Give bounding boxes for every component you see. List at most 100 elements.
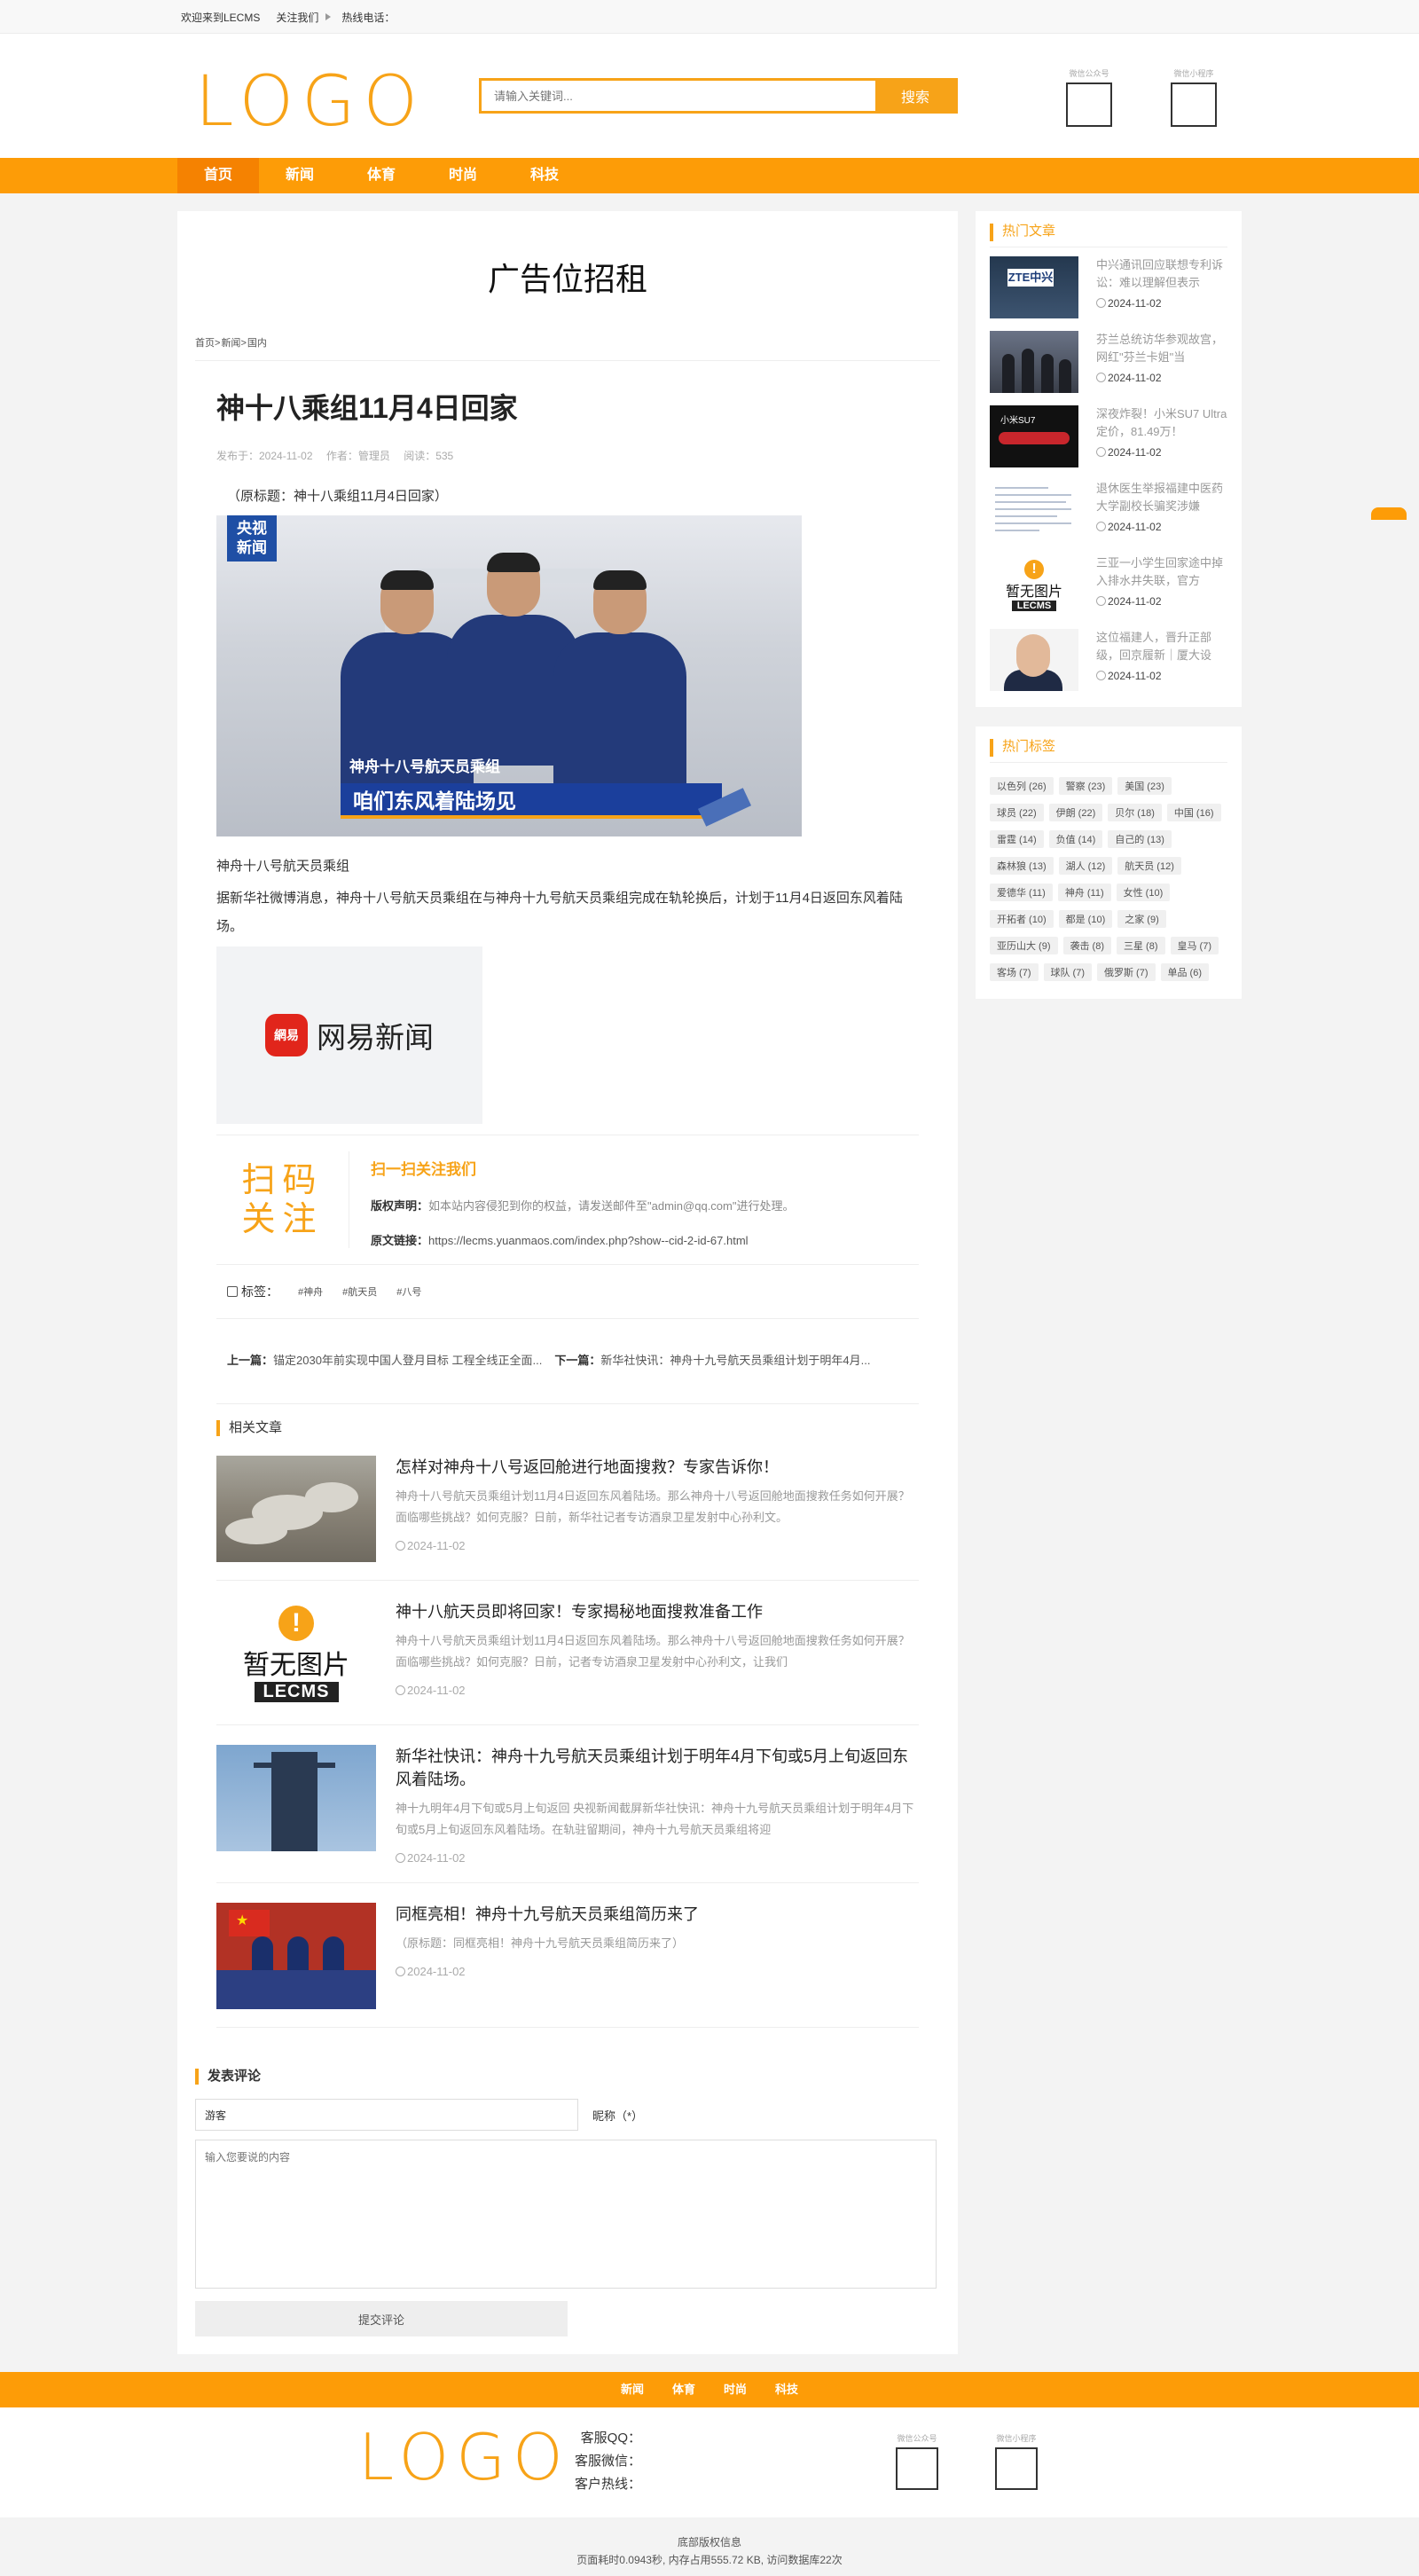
hot-article-date: 2024-11-02 <box>1108 446 1162 459</box>
hot-tag[interactable]: 贝尔 (18) <box>1108 804 1162 821</box>
footer-nav-fashion[interactable]: 时尚 <box>724 2372 747 2407</box>
article-author: 作者：管理员 <box>325 450 390 462</box>
hot-article-title[interactable]: 退休医生举报福建中医药大学副校长骗奖涉嫌 <box>1096 480 1227 515</box>
hot-tag[interactable]: 球员 (22) <box>990 804 1044 821</box>
follow-link[interactable]: 关注我们 <box>276 10 318 25</box>
hot-tag[interactable]: 神舟 (11) <box>1057 884 1111 901</box>
qr-label: 微信小程序 <box>996 2434 1037 2443</box>
hot-tag[interactable]: 女性 (10) <box>1116 884 1171 901</box>
breadcrumb-sep: > <box>240 338 247 349</box>
related-thumbnail-placeholder[interactable]: ! 暂无图片 LECMS <box>216 1600 376 1707</box>
related-item[interactable]: 新华社快讯：神舟十九号航天员乘组计划于明年4月下旬或5月上旬返回东风着陆场。 神… <box>216 1725 919 1883</box>
hot-tag[interactable]: 自己的 (13) <box>1108 830 1172 848</box>
related-item[interactable]: 怎样对神舟十八号返回舱进行地面搜救？专家告诉你！ 神舟十八号航天员乘组计划11月… <box>216 1436 919 1581</box>
related-item[interactable]: ! 暂无图片 LECMS 神十八航天员即将回家！专家揭秘地面搜救准备工作 神舟十… <box>216 1581 919 1725</box>
nav-item-sports[interactable]: 体育 <box>341 158 422 193</box>
hot-article-item[interactable]: 芬兰总统访华参观故宫，网红"芬兰卡姐"当 2024-11-02 <box>990 331 1227 397</box>
hot-tag[interactable]: 俄罗斯 (7) <box>1097 963 1156 981</box>
hot-tag[interactable]: 球队 (7) <box>1043 963 1092 981</box>
nav-item-fashion[interactable]: 时尚 <box>422 158 504 193</box>
hot-tag[interactable]: 爱德华 (11) <box>990 884 1053 901</box>
hot-article-title[interactable]: 这位福建人，晋升正部级，回京履新｜厦大设 <box>1096 629 1227 664</box>
hot-tag[interactable]: 袭击 (8) <box>1062 937 1111 954</box>
next-article-link[interactable]: 新华社快讯：神舟十九号航天员乘组计划于明年4月... <box>600 1354 870 1367</box>
related-item-title[interactable]: 怎样对神舟十八号返回舱进行地面搜救？专家告诉你！ <box>396 1456 919 1479</box>
related-item-title[interactable]: 同框亮相！神舟十九号航天员乘组简历来了 <box>396 1903 699 1926</box>
hot-tag[interactable]: 负值 (14) <box>1048 830 1103 848</box>
hot-tag[interactable]: 美国 (23) <box>1117 777 1172 795</box>
hot-tag[interactable]: 中国 (16) <box>1166 804 1221 821</box>
hot-tag[interactable]: 客场 (7) <box>990 963 1039 981</box>
hot-tag[interactable]: 亚历山大 (9) <box>990 937 1058 954</box>
related-thumbnail[interactable] <box>216 1456 376 1562</box>
search-button[interactable]: 搜索 <box>875 81 955 111</box>
search-input[interactable] <box>482 81 875 111</box>
hot-article-item[interactable]: 这位福建人，晋升正部级，回京履新｜厦大设 2024-11-02 <box>990 629 1227 695</box>
hot-tag[interactable]: 皇马 (7) <box>1170 937 1219 954</box>
follow-box: 扫码 关注 扫一扫关注我们 版权声明：如本站内容侵犯到你的权益，请发送邮件至"a… <box>216 1135 919 1265</box>
hot-article-title[interactable]: 深夜炸裂！小米SU7 Ultra定价，81.49万！ <box>1096 405 1227 441</box>
nickname-input[interactable] <box>195 2099 578 2131</box>
hot-tag[interactable]: 伊朗 (22) <box>1048 804 1103 821</box>
tag-link[interactable]: #航天员 <box>342 1284 377 1299</box>
footer-nav-news[interactable]: 新闻 <box>621 2372 644 2407</box>
source-link-row: 原文链接：https://lecms.yuanmaos.com/index.ph… <box>371 1231 794 1248</box>
clock-icon <box>1096 373 1106 382</box>
hot-article-item[interactable]: 退休医生举报福建中医药大学副校长骗奖涉嫌 2024-11-02 <box>990 480 1227 546</box>
floating-side-button[interactable] <box>1371 507 1407 520</box>
hot-article-thumbnail[interactable] <box>990 629 1078 691</box>
related-thumbnail[interactable]: ★ <box>216 1903 376 2009</box>
nav-item-news[interactable]: 新闻 <box>259 158 341 193</box>
comment-textarea[interactable] <box>195 2140 937 2289</box>
tag-link[interactable]: #八号 <box>396 1284 421 1299</box>
hot-tag[interactable]: 森林狼 (13) <box>990 857 1054 875</box>
breadcrumb-home[interactable]: 首页 <box>195 338 215 349</box>
related-thumbnail[interactable] <box>216 1745 376 1851</box>
hot-article-date-row: 2024-11-02 <box>1096 521 1227 533</box>
related-item-title[interactable]: 神十八航天员即将回家！专家揭秘地面搜救准备工作 <box>396 1600 919 1623</box>
hot-article-thumbnail[interactable]: ZTE中兴 <box>990 256 1078 318</box>
related-item-date: 2024-11-02 <box>407 1684 466 1697</box>
hot-article-thumbnail[interactable]: 小米SU7 <box>990 405 1078 467</box>
footer-hotline: 客户热线： <box>575 2477 642 2492</box>
caret-right-icon <box>325 13 332 20</box>
hot-tag[interactable]: 以色列 (26) <box>990 777 1054 795</box>
hot-tag[interactable]: 之家 (9) <box>1117 910 1166 928</box>
hot-article-date: 2024-11-02 <box>1108 595 1162 608</box>
breadcrumb-domestic[interactable]: 国内 <box>247 338 267 349</box>
related-item-date: 2024-11-02 <box>407 1851 466 1865</box>
hot-article-title[interactable]: 芬兰总统访华参观故宫，网红"芬兰卡姐"当 <box>1096 331 1227 366</box>
source-link[interactable]: https://lecms.yuanmaos.com/index.php?sho… <box>428 1234 749 1247</box>
site-logo[interactable]: LOGO <box>195 67 426 137</box>
footer-nav-sports[interactable]: 体育 <box>672 2372 695 2407</box>
hot-article-thumbnail[interactable] <box>990 331 1078 393</box>
related-item-title[interactable]: 新华社快讯：神舟十九号航天员乘组计划于明年4月下旬或5月上旬返回东风着陆场。 <box>396 1745 919 1791</box>
footer-nav-tech[interactable]: 科技 <box>775 2372 798 2407</box>
photo-caption-banner: 咱们东风着陆场见 <box>341 783 722 819</box>
hot-tag[interactable]: 都是 (10) <box>1058 910 1113 928</box>
prev-article-link[interactable]: 锚定2030年前实现中国人登月目标 工程全线正全面... <box>273 1354 542 1367</box>
hot-article-item[interactable]: ZTE中兴 中兴通讯回应联想专利诉讼：难以理解但表示 2024-11-02 <box>990 256 1227 322</box>
hot-tag[interactable]: 航天员 (12) <box>1117 857 1181 875</box>
nav-item-home[interactable]: 首页 <box>177 158 259 193</box>
nav-item-tech[interactable]: 科技 <box>504 158 585 193</box>
hot-tag[interactable]: 三星 (8) <box>1117 937 1165 954</box>
tag-link[interactable]: #神舟 <box>298 1284 323 1299</box>
hot-article-title[interactable]: 三亚一小学生回家途中掉入排水井失联，官方 <box>1096 554 1227 590</box>
breadcrumb-news[interactable]: 新闻 <box>221 338 240 349</box>
hot-tag[interactable]: 开拓者 (10) <box>990 910 1054 928</box>
hot-tag[interactable]: 湖人 (12) <box>1058 857 1113 875</box>
clock-icon <box>1096 447 1106 457</box>
ad-banner[interactable]: 广告位招租 <box>195 211 940 335</box>
submit-comment-button[interactable]: 提交评论 <box>195 2301 568 2336</box>
footer-logo[interactable]: LOGO <box>358 2425 570 2489</box>
hot-tag[interactable]: 雷霆 (14) <box>990 830 1044 848</box>
hot-tag[interactable]: 单品 (6) <box>1160 963 1209 981</box>
related-item[interactable]: ★ 同框亮相！神舟十九号航天员乘组简历来了 （原标题：同框亮相！神舟十九号航天员… <box>216 1883 919 2028</box>
hot-article-thumbnail-placeholder[interactable]: ! 暂无图片 LECMS <box>990 554 1078 617</box>
hot-article-item[interactable]: 小米SU7 深夜炸裂！小米SU7 Ultra定价，81.49万！ 2024-11… <box>990 405 1227 471</box>
hot-article-item[interactable]: ! 暂无图片 LECMS 三亚一小学生回家途中掉入排水井失联，官方 2024-1… <box>990 554 1227 620</box>
hot-article-title[interactable]: 中兴通讯回应联想专利诉讼：难以理解但表示 <box>1096 256 1227 292</box>
hot-article-thumbnail[interactable] <box>990 480 1078 542</box>
hot-tag[interactable]: 警察 (23) <box>1058 777 1113 795</box>
